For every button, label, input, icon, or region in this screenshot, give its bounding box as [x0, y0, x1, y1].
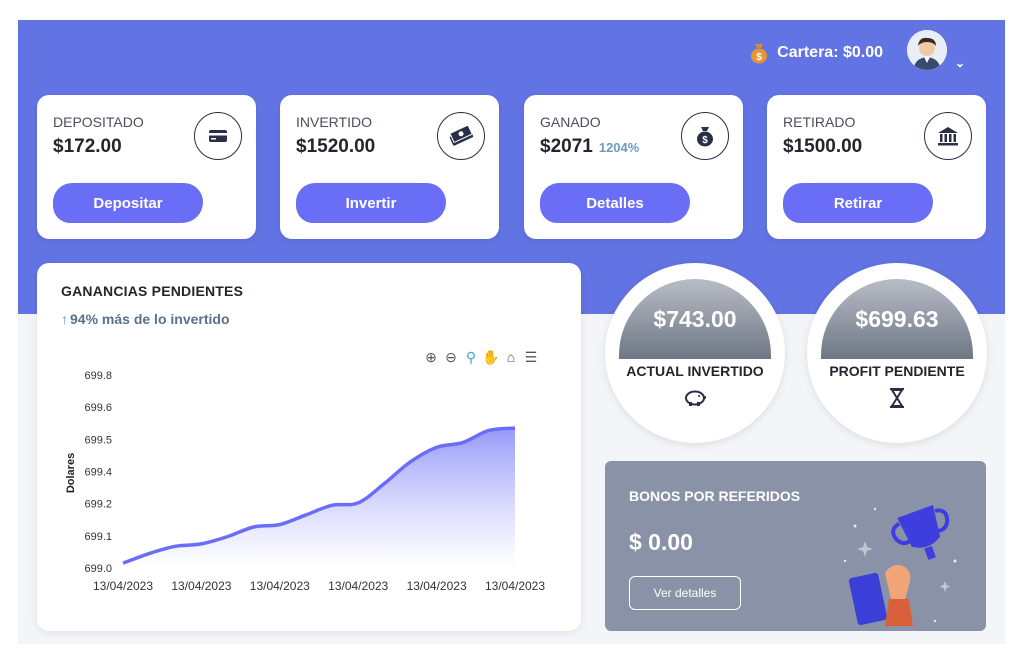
withdraw-button[interactable]: Retirar [783, 183, 933, 223]
top-bar: $ Cartera: $0.00 ⌄ [605, 20, 1005, 88]
deposit-button[interactable]: Depositar [53, 183, 203, 223]
bank-icon [924, 112, 972, 160]
y-tick-label: 699.2 [84, 499, 112, 511]
credit-card-icon [194, 112, 242, 160]
card-title: RETIRADO [783, 114, 856, 130]
x-tick-label: 13/04/2023 [171, 579, 231, 593]
stat-value: $699.63 [821, 279, 973, 359]
card-percent: 1204% [598, 140, 640, 155]
card-value: $2071 1204% [540, 136, 640, 157]
chevron-down-icon[interactable]: ⌄ [955, 56, 965, 70]
y-tick-label: 699.4 [84, 467, 112, 479]
wallet-label: Cartera: $0.00 [777, 44, 883, 61]
referral-amount: $ 0.00 [629, 529, 693, 555]
stat-value: $743.00 [619, 279, 771, 359]
x-tick-label: 13/04/2023 [250, 579, 310, 593]
money-bag-icon: $ [681, 112, 729, 160]
piggy-bank-icon [605, 387, 785, 412]
stat-actual-invertido: $743.00 ACTUAL INVERTIDO [605, 263, 785, 443]
invest-button[interactable]: Invertir [296, 183, 446, 223]
x-tick-label: 13/04/2023 [328, 579, 388, 593]
card-retirado: RETIRADO $1500.00 Retirar [767, 95, 986, 239]
card-title: GANADO [540, 114, 601, 130]
card-value: $1520.00 [296, 136, 376, 157]
card-invertido: INVERTIDO $1520.00 Invertir [280, 95, 499, 239]
hourglass-icon [807, 387, 987, 414]
y-tick-label: 699.1 [84, 531, 112, 543]
referral-title: BONOS POR REFERIDOS [629, 488, 801, 504]
stat-profit-pendiente: $699.63 PROFIT PENDIENTE [807, 263, 987, 443]
money-bag-icon: $ [751, 44, 768, 64]
view-details-button[interactable]: Ver detalles [629, 576, 741, 610]
x-tick-label: 13/04/2023 [485, 579, 545, 593]
svg-text:$: $ [756, 52, 762, 63]
referral-card: BONOS POR REFERIDOS $ 0.00 Ver detalles [605, 461, 986, 631]
y-tick-label: 699.5 [84, 434, 112, 446]
y-axis-title: Dolares [65, 453, 77, 493]
wallet-balance[interactable]: $ Cartera: $0.00 [749, 42, 883, 64]
card-value: $1500.00 [783, 136, 863, 157]
app-container: $ Cartera: $0.00 ⌄ DEPOSITADO $172.00 De… [18, 20, 1005, 644]
stat-label: PROFIT PENDIENTE [829, 363, 965, 379]
y-tick-label: 699.0 [84, 563, 112, 575]
card-value: $172.00 [53, 136, 122, 157]
card-title: INVERTIDO [296, 114, 372, 130]
x-tick-label: 13/04/2023 [407, 579, 467, 593]
details-button[interactable]: Detalles [540, 183, 690, 223]
cash-stack-icon [437, 112, 485, 160]
y-tick-label: 699.6 [84, 402, 112, 414]
earnings-chart-card: GANANCIAS PENDIENTES ↑ 94% más de lo inve… [37, 263, 581, 631]
card-title: DEPOSITADO [53, 114, 144, 130]
svg-text:$: $ [702, 135, 708, 146]
card-depositado: DEPOSITADO $172.00 Depositar [37, 95, 256, 239]
x-tick-label: 13/04/2023 [93, 579, 153, 593]
card-ganado: GANADO $2071 1204% $ Detalles [524, 95, 743, 239]
user-avatar-icon [907, 30, 947, 70]
y-tick-label: 699.8 [84, 370, 112, 382]
avatar[interactable] [907, 30, 947, 70]
earnings-chart: Dolares 699.0 699.1 699.2 699.4 699.5 699.6 69… [65, 370, 545, 593]
trophy-illustration [843, 505, 957, 626]
stat-label: ACTUAL INVERTIDO [626, 363, 764, 379]
